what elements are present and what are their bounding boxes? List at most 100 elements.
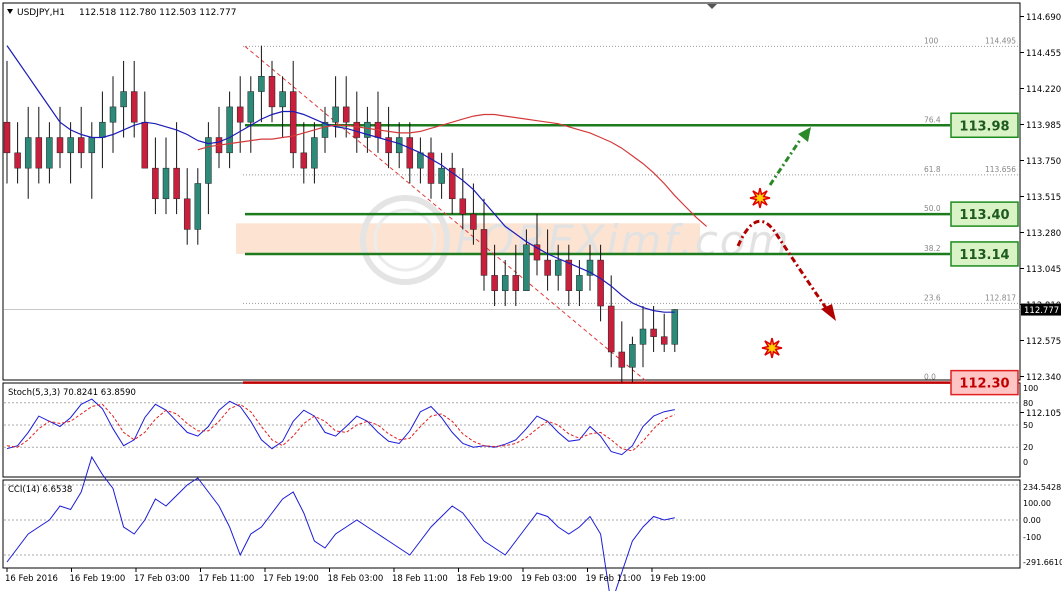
time-tick-label: 19 Feb 03:00 bbox=[521, 574, 577, 584]
stoch-tick-label: 20 bbox=[1023, 443, 1033, 452]
candle-body bbox=[268, 75, 276, 108]
candle-body bbox=[565, 259, 573, 291]
candle-body bbox=[247, 91, 255, 123]
candle-body bbox=[194, 183, 202, 230]
candle-body bbox=[523, 244, 530, 291]
fib-price-label: 112.817 bbox=[985, 293, 1016, 302]
candle-body bbox=[480, 229, 488, 276]
candle-body bbox=[130, 91, 138, 123]
candle-body bbox=[406, 137, 414, 169]
stoch-tick-label: 50 bbox=[1023, 421, 1033, 430]
price-tick-label: 112.575 bbox=[1026, 337, 1061, 347]
level-box-label: 113.40 bbox=[959, 208, 1009, 223]
price-tick-label: 114.455 bbox=[1026, 49, 1061, 59]
candle-body bbox=[46, 137, 53, 169]
fib-ratio-label: 100 bbox=[924, 36, 939, 45]
candle-body bbox=[311, 137, 318, 169]
candle-body bbox=[353, 121, 361, 138]
candle-body bbox=[650, 328, 657, 337]
candle-body bbox=[554, 259, 562, 276]
fib-ratio-label: 61.8 bbox=[924, 165, 941, 174]
candle-body bbox=[183, 198, 191, 230]
cci-tick-label: 100.00 bbox=[1023, 499, 1051, 508]
time-tick-label: 19 Feb 11:00 bbox=[586, 574, 642, 584]
cci-tick-label: 234.5428 bbox=[1023, 483, 1061, 492]
price-tick-label: 112.340 bbox=[1026, 373, 1061, 383]
candle-body bbox=[205, 137, 212, 184]
chart-header: USDJPY,H1 112.518 112.780 112.503 112.77… bbox=[7, 8, 236, 18]
cci-tick-label: 0.00 bbox=[1023, 516, 1041, 525]
candle-body bbox=[226, 106, 233, 154]
price-tick-label: 113.045 bbox=[1026, 265, 1061, 275]
time-tick-label: 18 Feb 03:00 bbox=[328, 574, 384, 584]
candle-body bbox=[3, 121, 11, 154]
candle-body bbox=[597, 259, 604, 307]
candle-body bbox=[438, 167, 445, 184]
fib-price-label: 113.656 bbox=[985, 165, 1016, 174]
candle-body bbox=[99, 121, 106, 138]
cci-tick-label: -291.6610 bbox=[1023, 558, 1062, 567]
candle-body bbox=[24, 137, 32, 169]
candle-body bbox=[141, 121, 149, 169]
stoch-panel[interactable] bbox=[2, 382, 1021, 478]
price-tick-label: 114.220 bbox=[1026, 85, 1061, 95]
candle-body bbox=[607, 305, 615, 353]
time-tick-label: 16 Feb 19:00 bbox=[70, 574, 126, 584]
candle-body bbox=[236, 106, 244, 123]
candle-body bbox=[618, 351, 626, 368]
candle-body bbox=[162, 167, 170, 200]
fib-ratio-label: 23.6 bbox=[924, 293, 941, 302]
price-tick-label: 112.105 bbox=[1026, 409, 1061, 419]
fib-ratio-label: 0.0 bbox=[924, 373, 936, 382]
candle-body bbox=[470, 213, 477, 230]
fib-price-label: 114.495 bbox=[985, 36, 1016, 45]
candle-body bbox=[56, 137, 64, 154]
candle-body bbox=[671, 309, 679, 345]
candle-body bbox=[660, 336, 668, 345]
candle-body bbox=[77, 137, 85, 154]
candle-body bbox=[544, 259, 551, 276]
chart-window[interactable]: USDJPY,H1 112.518 112.780 112.503 112.77… bbox=[0, 0, 1062, 591]
time-tick-label: 17 Feb 03:00 bbox=[134, 574, 190, 584]
time-tick-label: 16 Feb 2016 bbox=[5, 574, 58, 584]
candle-body bbox=[629, 344, 636, 368]
candle-body bbox=[35, 137, 43, 169]
price-tick-label: 113.750 bbox=[1026, 157, 1061, 167]
price-tick-label: 113.280 bbox=[1026, 229, 1061, 239]
candle-body bbox=[88, 137, 96, 154]
level-box-label: 113.14 bbox=[959, 248, 1009, 263]
time-tick-label: 17 Feb 19:00 bbox=[263, 574, 319, 584]
candle-body bbox=[332, 106, 339, 123]
burst-marker bbox=[749, 187, 771, 209]
stoch-label: Stoch(5,3,3) 70.8241 63.8590 bbox=[8, 388, 136, 398]
fib-ratio-label: 38.2 bbox=[924, 244, 941, 253]
level-box-label: 112.30 bbox=[959, 377, 1009, 392]
candle-body bbox=[109, 106, 117, 123]
price-tick-label: 113.515 bbox=[1026, 193, 1061, 203]
burst-marker bbox=[761, 337, 783, 359]
fib-ratio-label: 76.4 bbox=[924, 115, 941, 124]
current-price-label: 112.777 bbox=[1024, 306, 1059, 316]
stoch-tick-label: 0 bbox=[1023, 458, 1028, 467]
candle-body bbox=[279, 91, 286, 108]
time-tick-label: 17 Feb 11:00 bbox=[199, 574, 255, 584]
candle-body bbox=[67, 137, 74, 154]
candle-body bbox=[173, 167, 180, 200]
symbol-label: USDJPY,H1 bbox=[17, 8, 65, 18]
candle-body bbox=[491, 275, 498, 291]
stoch-tick-label: 100 bbox=[1023, 384, 1038, 393]
candle-body bbox=[120, 91, 127, 108]
time-tick-label: 18 Feb 11:00 bbox=[392, 574, 448, 584]
candle-body bbox=[576, 275, 583, 291]
candle-body bbox=[501, 275, 509, 291]
price-tick-label: 114.690 bbox=[1026, 13, 1061, 23]
candle-body bbox=[342, 106, 350, 123]
time-tick-label: 19 Feb 19:00 bbox=[650, 574, 706, 584]
cci-panel[interactable] bbox=[2, 479, 1021, 569]
fib-ratio-label: 50.0 bbox=[924, 204, 941, 213]
cci-label: CCI(14) 6.6538 bbox=[8, 485, 72, 495]
ohlc-label: 112.518 112.780 112.503 112.777 bbox=[79, 8, 236, 18]
price-tick-label: 113.985 bbox=[1026, 121, 1061, 131]
candle-body bbox=[459, 198, 467, 215]
level-box-label: 113.98 bbox=[959, 119, 1009, 134]
